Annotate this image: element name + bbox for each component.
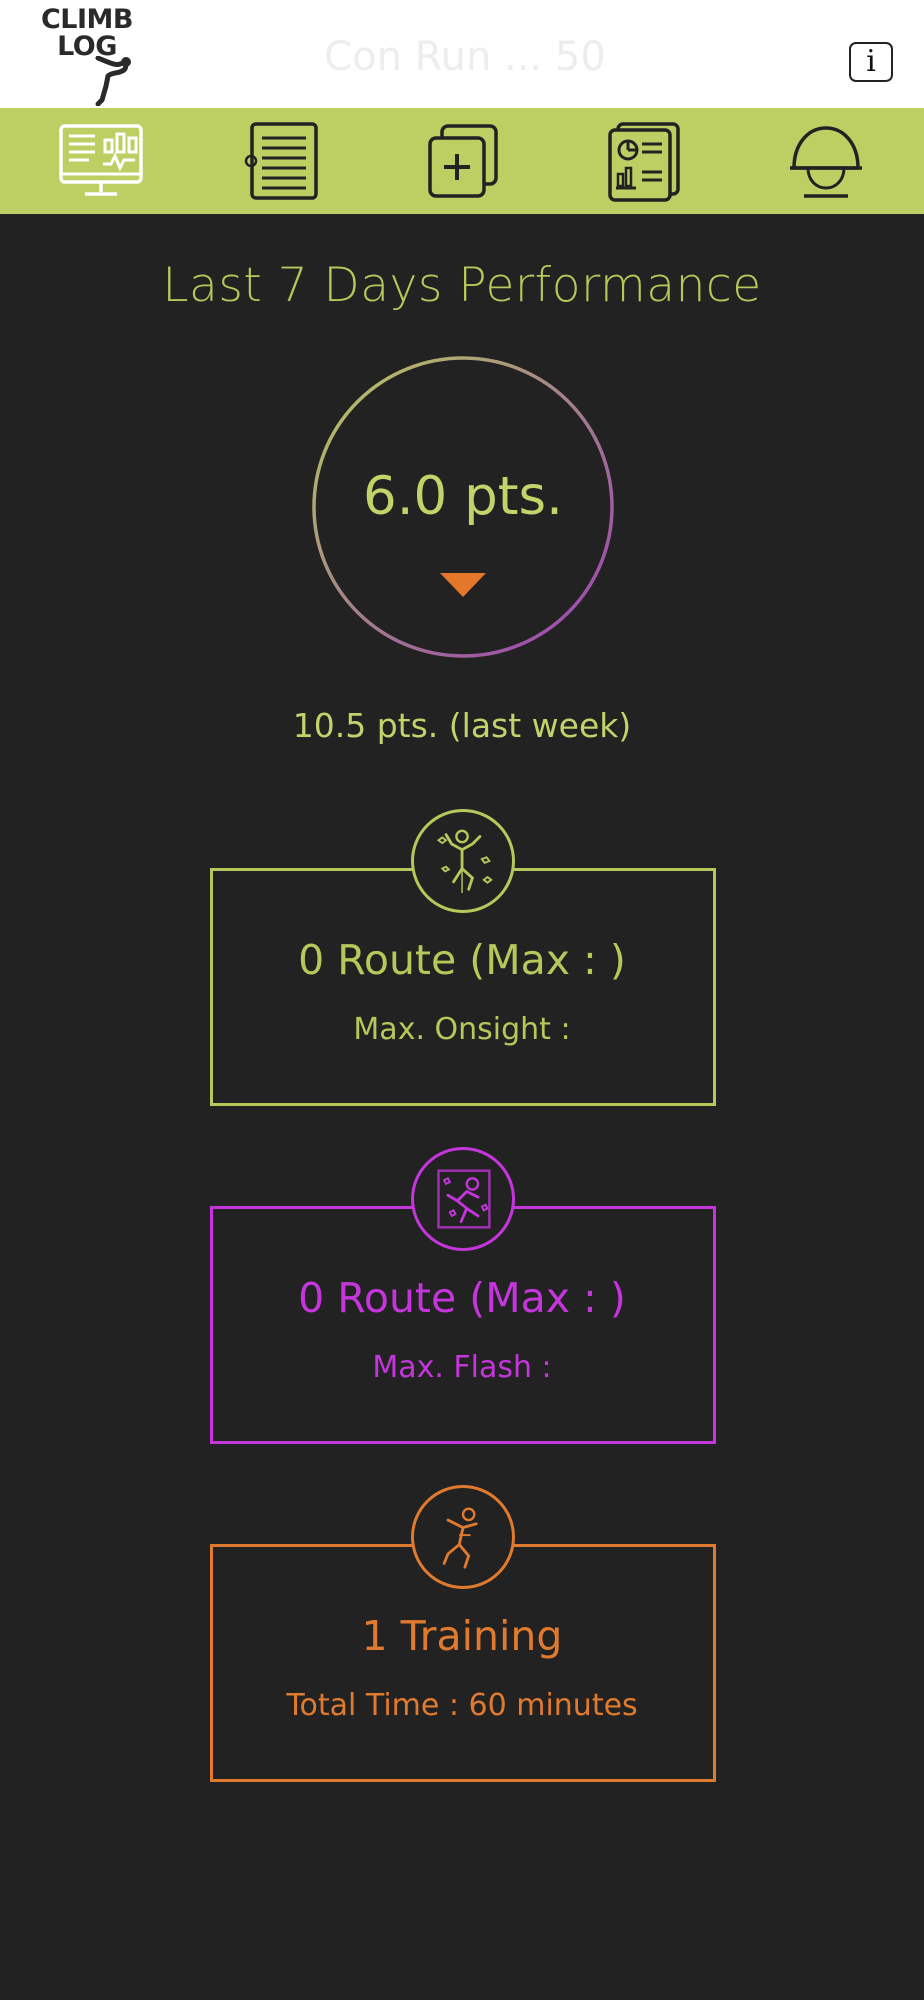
flash-badge bbox=[411, 1147, 515, 1251]
climbing-helmet-icon bbox=[790, 126, 862, 198]
max-flash-label: Max. Flash : bbox=[372, 1350, 552, 1385]
climber-onsight-icon bbox=[436, 829, 493, 894]
logo-line-1: CLIMB bbox=[40, 4, 134, 35]
info-button[interactable]: i bbox=[849, 42, 893, 82]
onsight-route-count: 0 Route (Max : ) bbox=[298, 936, 626, 984]
last-week-points: 10.5 pts. (last week) bbox=[292, 706, 632, 745]
nav-log-button[interactable] bbox=[244, 120, 322, 202]
header-title: Con Run ... 50 bbox=[324, 34, 606, 80]
logo-text: CLIMB LOG bbox=[32, 6, 142, 60]
climbing-wall-icon bbox=[437, 1169, 491, 1229]
reports-icon bbox=[608, 122, 680, 202]
max-onsight-label: Max. Onsight : bbox=[353, 1012, 571, 1047]
dashboard-monitor-icon bbox=[59, 124, 143, 196]
onsight-badge bbox=[411, 809, 515, 913]
log-list-icon bbox=[244, 122, 318, 200]
app-header: CLIMB LOG Con Run ... 50 i bbox=[0, 0, 924, 108]
training-badge bbox=[411, 1485, 515, 1589]
trend-down-icon bbox=[440, 573, 486, 597]
training-total-time: Total Time : 60 minutes bbox=[286, 1688, 638, 1723]
nav-add-button[interactable] bbox=[424, 120, 502, 202]
climb-log-logo: CLIMB LOG bbox=[28, 6, 158, 106]
weekly-points: 6.0 pts. bbox=[362, 466, 564, 527]
nav-profile-button[interactable] bbox=[786, 120, 866, 202]
training-climber-icon bbox=[442, 1507, 478, 1569]
flash-route-count: 0 Route (Max : ) bbox=[298, 1274, 626, 1322]
nav-bar bbox=[0, 108, 924, 214]
nav-dashboard-button[interactable] bbox=[57, 120, 145, 202]
add-entry-icon bbox=[428, 124, 498, 198]
training-count: 1 Training bbox=[361, 1612, 563, 1660]
nav-reports-button[interactable] bbox=[604, 120, 684, 202]
performance-title: Last 7 Days Performance bbox=[162, 258, 762, 313]
climber-silhouette-icon bbox=[95, 56, 131, 106]
